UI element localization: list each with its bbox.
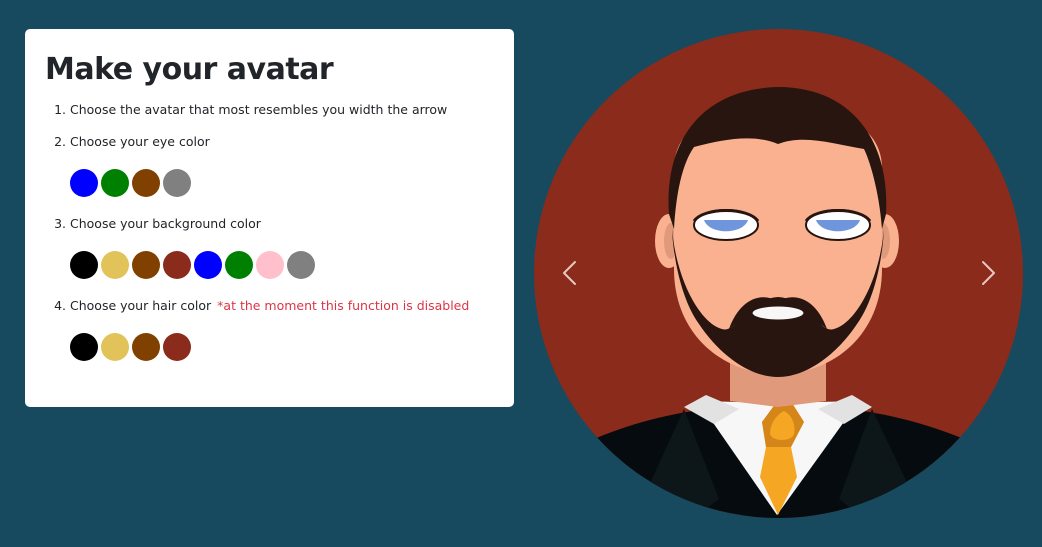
avatar-right-eye: [804, 209, 872, 241]
eye-color-swatch[interactable]: [163, 169, 191, 197]
hair-color-swatch: [132, 333, 160, 361]
next-avatar-button[interactable]: [972, 257, 1002, 289]
eye-color-swatches: [70, 169, 494, 197]
background-color-swatch[interactable]: [194, 251, 222, 279]
instructions-list: Choose the avatar that most resembles yo…: [45, 102, 494, 361]
step-1: Choose the avatar that most resembles yo…: [70, 102, 494, 118]
background-color-swatch[interactable]: [101, 251, 129, 279]
disabled-note: *at the moment this function is disabled: [217, 298, 470, 313]
chevron-left-icon: [563, 261, 576, 285]
hair-color-swatch: [101, 333, 129, 361]
hair-color-swatches: [70, 333, 494, 361]
step-1-label: Choose the avatar that most resembles yo…: [70, 102, 448, 117]
eye-color-swatch[interactable]: [70, 169, 98, 197]
eye-color-swatch[interactable]: [132, 169, 160, 197]
previous-avatar-button[interactable]: [556, 257, 586, 289]
avatar-image: [534, 29, 1023, 518]
step-2: Choose your eye color: [70, 134, 494, 197]
step-4: Choose your hair color *at the moment thi…: [70, 298, 494, 361]
background-color-swatch[interactable]: [163, 251, 191, 279]
avatar-builder-panel: Make your avatar Choose the avatar that …: [25, 29, 514, 407]
background-color-swatch[interactable]: [287, 251, 315, 279]
chevron-right-icon: [982, 261, 995, 285]
step-4-label: Choose your hair color: [70, 298, 212, 313]
background-color-swatches: [70, 251, 494, 279]
step-3-label: Choose your background color: [70, 216, 261, 231]
eye-color-swatch[interactable]: [101, 169, 129, 197]
step-2-label: Choose your eye color: [70, 134, 210, 149]
hair-color-swatch: [163, 333, 191, 361]
background-color-swatch[interactable]: [225, 251, 253, 279]
background-color-swatch[interactable]: [70, 251, 98, 279]
step-3: Choose your background color: [70, 216, 494, 279]
background-color-swatch[interactable]: [132, 251, 160, 279]
hair-color-swatch: [70, 333, 98, 361]
background-color-swatch[interactable]: [256, 251, 284, 279]
avatar-left-eye: [692, 209, 760, 241]
avatar-carousel: [534, 29, 1023, 518]
page-title: Make your avatar: [45, 52, 334, 87]
